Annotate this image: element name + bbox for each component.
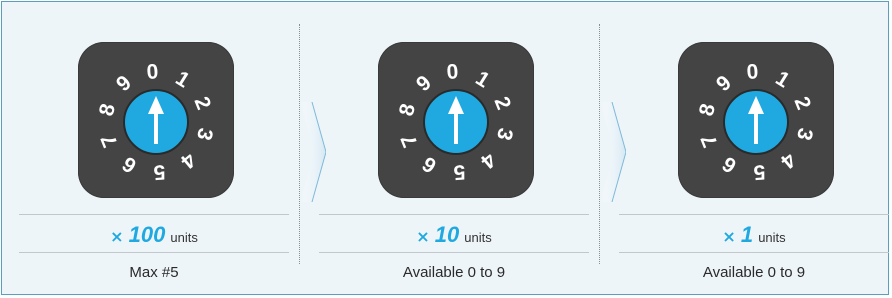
dial-digit-8: 8 xyxy=(695,101,720,118)
arrow-up-icon xyxy=(154,112,158,144)
switch-caption: Available 0 to 9 xyxy=(402,264,506,281)
divider-line xyxy=(19,214,289,215)
rotary-dial[interactable]: 012 3 456 7 8 9 xyxy=(378,42,534,198)
switch-caption: Max #5 xyxy=(129,264,179,281)
divider-line xyxy=(619,252,889,253)
divider-line xyxy=(619,214,889,215)
dial-digit-0: 0 xyxy=(146,60,159,84)
arrow-up-icon xyxy=(454,112,458,144)
rotary-switch-panel: 0123456789 × 100 units Max #5 0123456789… xyxy=(1,1,889,295)
dial-digit-7: 7 xyxy=(697,131,723,150)
dial-digit-9: 9 xyxy=(112,71,136,96)
rotary-dial[interactable]: 012 3 456 7 8 9 xyxy=(678,42,834,198)
dial-digit-4: 4 xyxy=(476,148,500,173)
dial-digit-1: 1 xyxy=(471,67,493,93)
multiplier-value: 100 xyxy=(128,222,166,247)
unit-label: units xyxy=(464,230,492,245)
multiply-symbol: × xyxy=(110,227,124,246)
dial-digit-4: 4 xyxy=(176,148,200,173)
rotary-dial[interactable]: 012 3 456 7 8 9 xyxy=(78,42,234,198)
dial-digit-6: 6 xyxy=(118,152,140,178)
dial-digit-1: 1 xyxy=(771,67,793,93)
multiplier-label: × 10 units xyxy=(319,220,589,250)
dial-digit-8: 8 xyxy=(95,101,120,118)
dial-digit-6: 6 xyxy=(718,152,740,178)
dial-digit-0: 0 xyxy=(746,60,759,84)
dial-digit-7: 7 xyxy=(397,131,423,150)
dial-digit-2: 2 xyxy=(490,94,516,113)
dial-digit-3: 3 xyxy=(492,126,517,143)
switch-column-tens: 012 3 456 7 8 9 × 10 units Available 0 to 9 xyxy=(319,2,589,296)
multiply-symbol: × xyxy=(722,227,736,246)
dial-digit-5: 5 xyxy=(753,160,767,184)
divider-line xyxy=(319,214,589,215)
unit-label: units xyxy=(170,230,198,245)
dial-digit-5: 5 xyxy=(153,160,167,184)
arrow-up-icon xyxy=(754,112,758,144)
divider-line xyxy=(19,252,289,253)
dial-digit-8: 8 xyxy=(395,101,420,118)
dial-digit-3: 3 xyxy=(792,126,817,143)
multiply-symbol: × xyxy=(416,227,430,246)
multiplier-label: × 100 units xyxy=(19,220,289,250)
switch-column-ones: 0123456789 × 1 units Available 0 to 9 xyxy=(619,2,889,296)
multiplier-value: 1 xyxy=(740,222,754,247)
multiplier-label: × 1 units xyxy=(619,220,889,250)
dial-digit-2: 2 xyxy=(790,94,816,113)
dial-digit-9: 9 xyxy=(412,71,436,96)
dial-digit-9: 9 xyxy=(712,71,736,96)
unit-label: units xyxy=(758,230,786,245)
dial-digit-5: 5 xyxy=(453,160,467,184)
dial-digit-2: 2 xyxy=(190,94,216,113)
dial-digit-3: 3 xyxy=(192,126,217,143)
multiplier-value: 10 xyxy=(434,222,460,247)
dial-digit-0: 0 xyxy=(446,60,459,84)
divider-line xyxy=(319,252,589,253)
dial-digit-4: 4 xyxy=(776,148,800,173)
switch-column-hundreds: 012 3 456 7 8 9 × 100 units Max #5 xyxy=(19,2,289,296)
switch-caption: Available 0 to 9 xyxy=(702,264,806,281)
dial-digit-1: 1 xyxy=(171,67,193,93)
dial-digit-6: 6 xyxy=(418,152,440,178)
dial-digit-7: 7 xyxy=(97,131,123,150)
